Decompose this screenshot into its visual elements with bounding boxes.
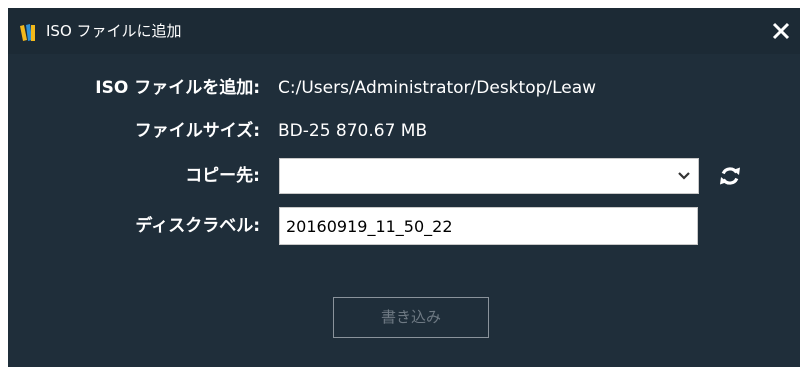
copy-to-label: コピー先: [185, 166, 260, 186]
refresh-icon[interactable] [719, 164, 741, 188]
copy-to-select[interactable] [279, 158, 699, 194]
dialog-window: ISO ファイルに追加 ISO ファイルを追加: C:/Users/Admini… [8, 8, 800, 367]
iso-file-path: C:/Users/Administrator/Desktop/Leaw [278, 78, 597, 98]
file-size-value: BD-25 870.67 MB [278, 121, 428, 141]
title-bar: ISO ファイルに追加 [8, 8, 800, 54]
disc-label-label: ディスクラベル: [135, 216, 260, 236]
close-button[interactable] [766, 16, 796, 46]
disc-label-input[interactable] [279, 207, 698, 245]
write-button[interactable]: 書き込み [333, 297, 489, 338]
window-title: ISO ファイルに追加 [46, 22, 182, 40]
iso-file-label: ISO ファイルを追加: [95, 78, 260, 98]
file-size-label: ファイルサイズ: [134, 121, 260, 141]
chevron-down-icon [678, 172, 690, 180]
books-icon [20, 24, 35, 41]
close-icon [772, 22, 790, 40]
